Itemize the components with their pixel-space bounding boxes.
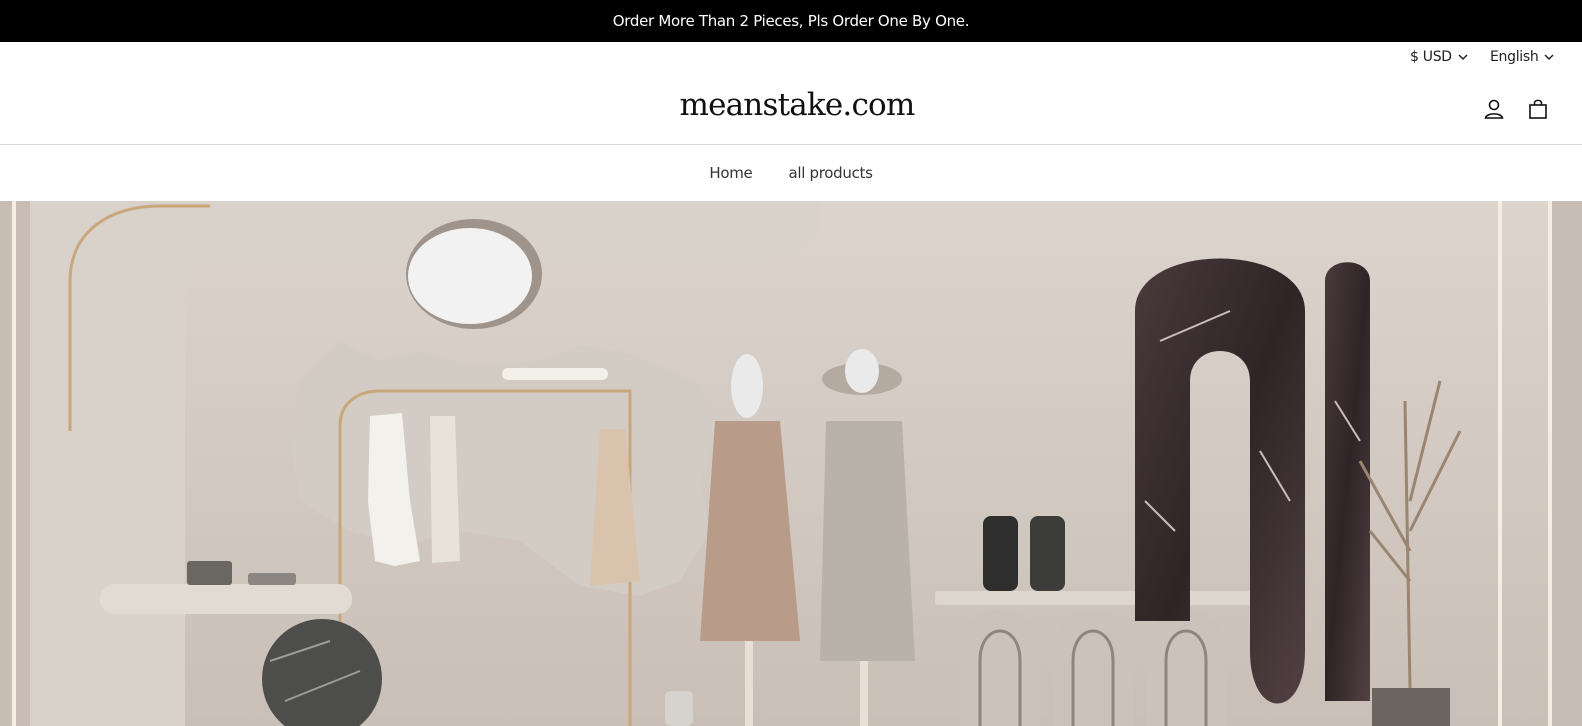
currency-selector[interactable]: $ USD: [1410, 49, 1469, 65]
chevron-down-icon: [1457, 51, 1469, 63]
hero-illustration: [0, 201, 1582, 726]
announcement-text: Order More Than 2 Pieces, Pls Order One …: [612, 12, 970, 30]
announcement-bar: Order More Than 2 Pieces, Pls Order One …: [0, 0, 1582, 42]
language-label: English: [1490, 49, 1539, 65]
site-logo[interactable]: meanstake.com: [0, 87, 1582, 123]
cart-icon[interactable]: [1526, 97, 1550, 121]
currency-label: $ USD: [1410, 49, 1452, 65]
nav-item-all-products[interactable]: all products: [788, 164, 873, 182]
main-nav: Home all products: [0, 146, 1582, 200]
nav-item-home[interactable]: Home: [709, 164, 752, 182]
language-selector[interactable]: English: [1490, 49, 1555, 65]
hero-banner-image[interactable]: [0, 201, 1582, 726]
site-header: $ USD English meanstake.com: [0, 42, 1582, 145]
account-icon[interactable]: [1482, 97, 1506, 121]
chevron-down-icon: [1543, 51, 1555, 63]
